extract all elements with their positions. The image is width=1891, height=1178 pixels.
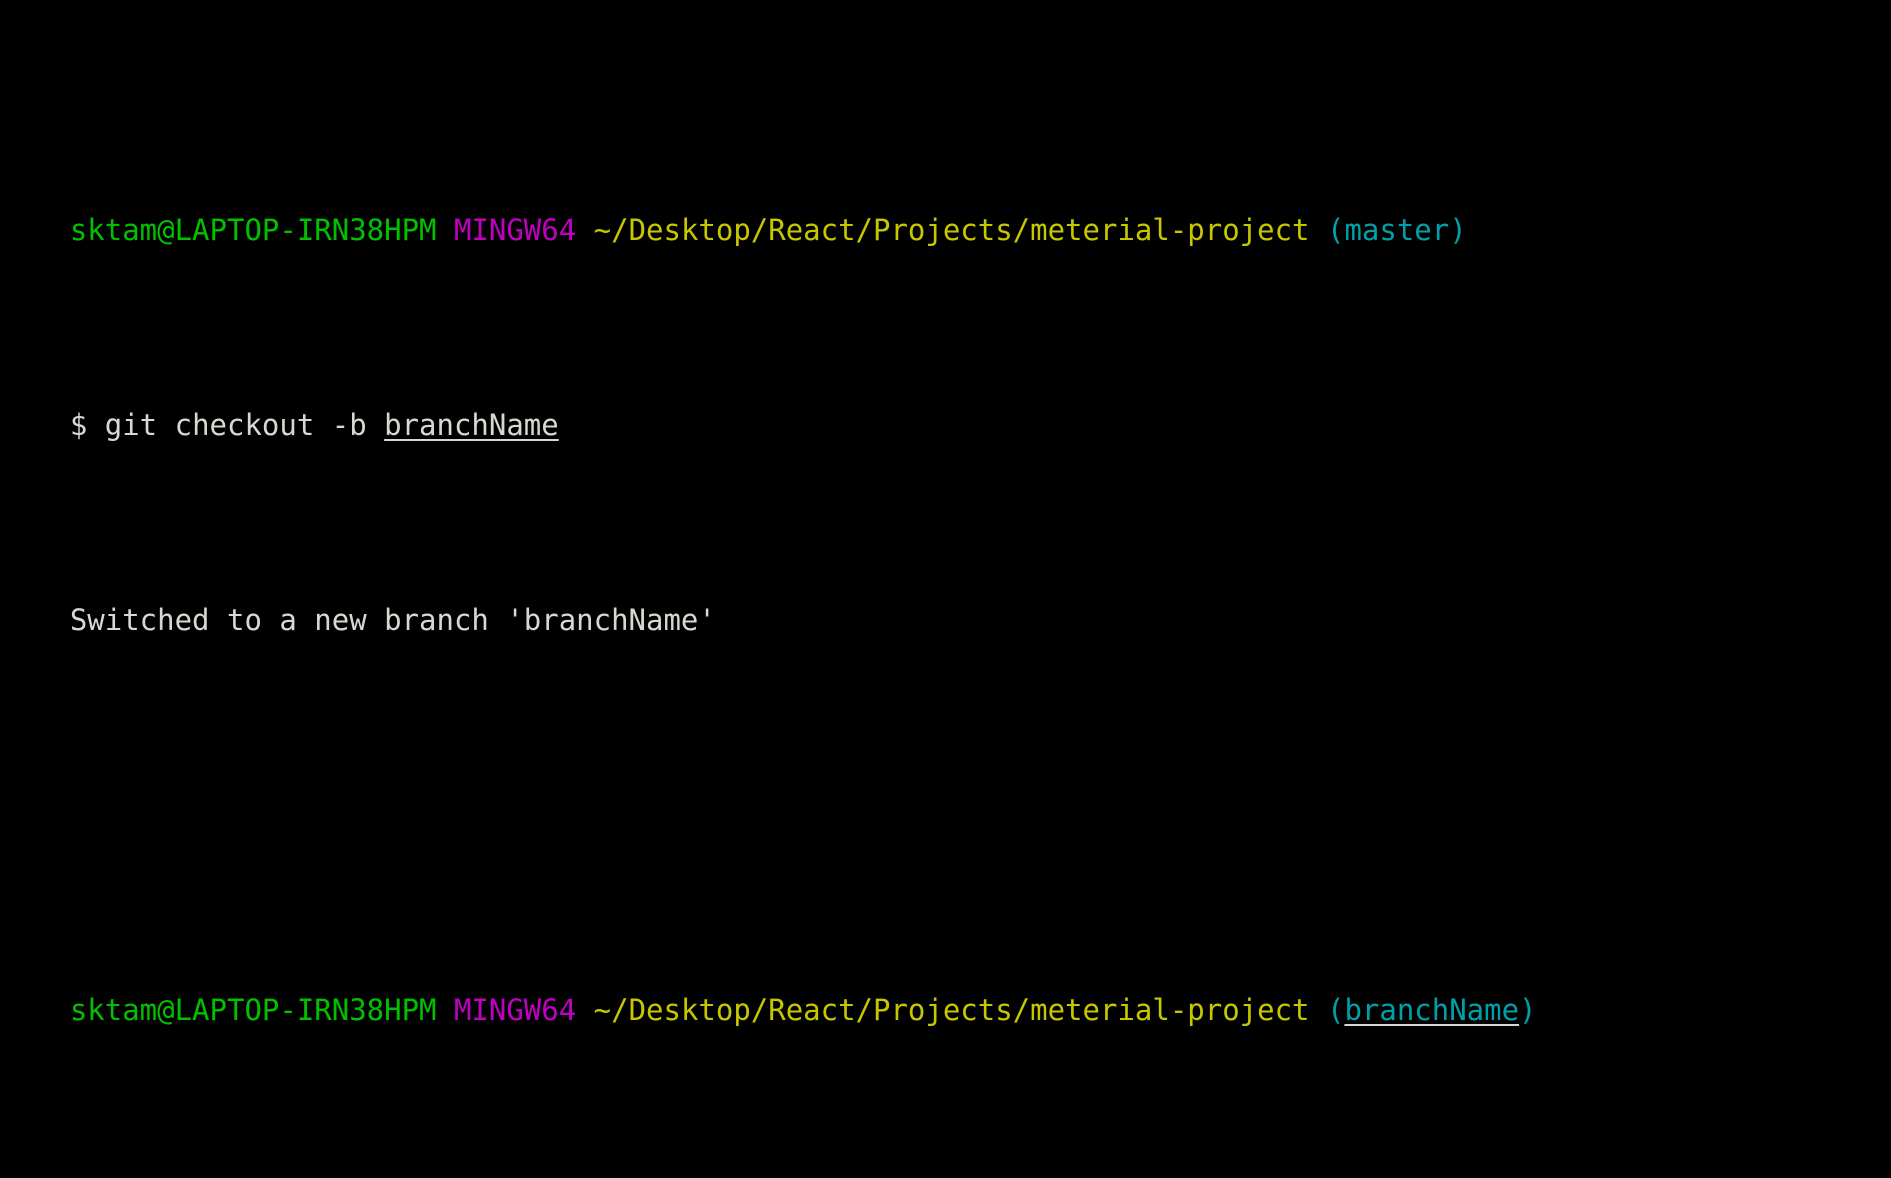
input-line-active[interactable]: $	[0, 1147, 1891, 1178]
prompt-shell-name: MINGW64	[453, 213, 577, 247]
prompt-dollar-symbol: $	[69, 408, 105, 442]
branch-paren-close: )	[1449, 213, 1467, 247]
command-line-checkout: $ git checkout -b branchName	[0, 367, 1891, 442]
prompt-user-host: sktam@LAPTOP-IRN38HPM	[69, 993, 437, 1027]
command-argument-branch-name: branchName	[384, 408, 559, 442]
branch-paren-close: )	[1519, 993, 1537, 1027]
prompt-git-branch: branchName	[1344, 993, 1520, 1027]
prompt-user-host: sktam@LAPTOP-IRN38HPM	[69, 213, 437, 247]
command-text: git checkout -b	[104, 408, 385, 442]
prompt-shell-name: MINGW64	[453, 993, 577, 1027]
branch-paren-open: (	[1326, 213, 1345, 247]
prompt-line-master: sktam@LAPTOP-IRN38HPM MINGW64 ~/Desktop/…	[0, 172, 1891, 247]
prompt-working-directory: ~/Desktop/React/Projects/meterial-projec…	[593, 213, 1310, 247]
terminal-window[interactable]: sktam@LAPTOP-IRN38HPM MINGW64 ~/Desktop/…	[0, 0, 1891, 1027]
prompt-working-directory: ~/Desktop/React/Projects/meterial-projec…	[593, 993, 1310, 1027]
prompt-line-branchname: sktam@LAPTOP-IRN38HPM MINGW64 ~/Desktop/…	[0, 952, 1891, 1027]
prompt-git-branch: master	[1344, 213, 1450, 247]
output-line-switched: Switched to a new branch 'branchName'	[0, 562, 1891, 637]
output-text: Switched to a new branch 'branchName'	[69, 603, 716, 637]
branch-paren-open: (	[1326, 993, 1345, 1027]
